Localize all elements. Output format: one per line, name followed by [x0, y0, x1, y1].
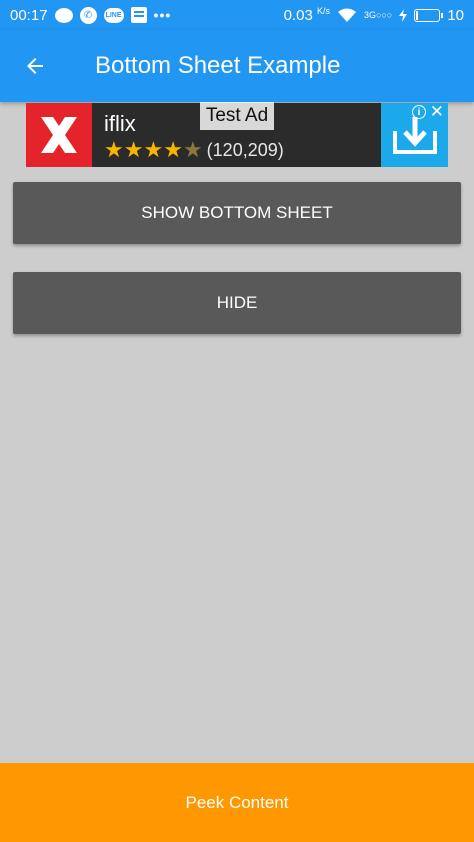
show-bottom-sheet-button[interactable]: SHOW BOTTOM SHEET [13, 182, 461, 244]
iflix-logo-icon [41, 117, 77, 153]
wifi-icon [337, 8, 357, 23]
network-speed: 0.03 K/s [283, 6, 330, 24]
star-icon: ★ [123, 137, 144, 162]
ad-rating-count: (120,209) [206, 139, 284, 160]
battery-icon [414, 8, 444, 22]
charging-icon [399, 8, 408, 22]
battery-fill [416, 10, 419, 20]
peek-content-label: Peek Content [185, 792, 289, 812]
line-icon: LINE [103, 7, 124, 23]
ad-download-button[interactable]: i ✕ [381, 103, 448, 167]
notes-icon [130, 7, 147, 23]
test-ad-label: Test Ad [200, 102, 274, 130]
status-time: 00:17 [10, 6, 48, 24]
mobile-signal-icon: 3G○○○ [363, 10, 393, 20]
star-half-icon: ★ [182, 137, 203, 162]
more-notifications-icon: ••• [153, 7, 172, 23]
star-icon: ★ [104, 137, 124, 162]
battery-level: 10 [447, 6, 464, 24]
ad-info-icon[interactable]: i [412, 105, 426, 119]
ad-app-logo[interactable] [26, 103, 92, 167]
hide-button[interactable]: HIDE [13, 272, 461, 334]
star-icon: ★ [143, 137, 164, 162]
whatsapp-icon: ✆ [79, 6, 97, 24]
back-button[interactable] [0, 30, 70, 102]
page-title: Bottom Sheet Example [95, 52, 341, 79]
status-bar: 00:17 ✆ LINE ••• 0.03 K/s 3G○○○ 10 [0, 0, 474, 30]
status-right: 0.03 K/s 3G○○○ 10 [284, 6, 464, 24]
star-icon: ★ [163, 137, 183, 162]
ad-rating: ★ ★ ★ ★ ★ (120,209) [104, 139, 369, 161]
ad-close-icon[interactable]: ✕ [430, 103, 444, 120]
status-left: 00:17 ✆ LINE ••• [10, 6, 172, 24]
download-icon [392, 117, 437, 154]
bottom-sheet-peek[interactable]: Peek Content [0, 763, 474, 842]
arrow-left-icon [27, 58, 43, 74]
app-bar: Bottom Sheet Example [0, 30, 474, 102]
message-icon [54, 7, 73, 23]
